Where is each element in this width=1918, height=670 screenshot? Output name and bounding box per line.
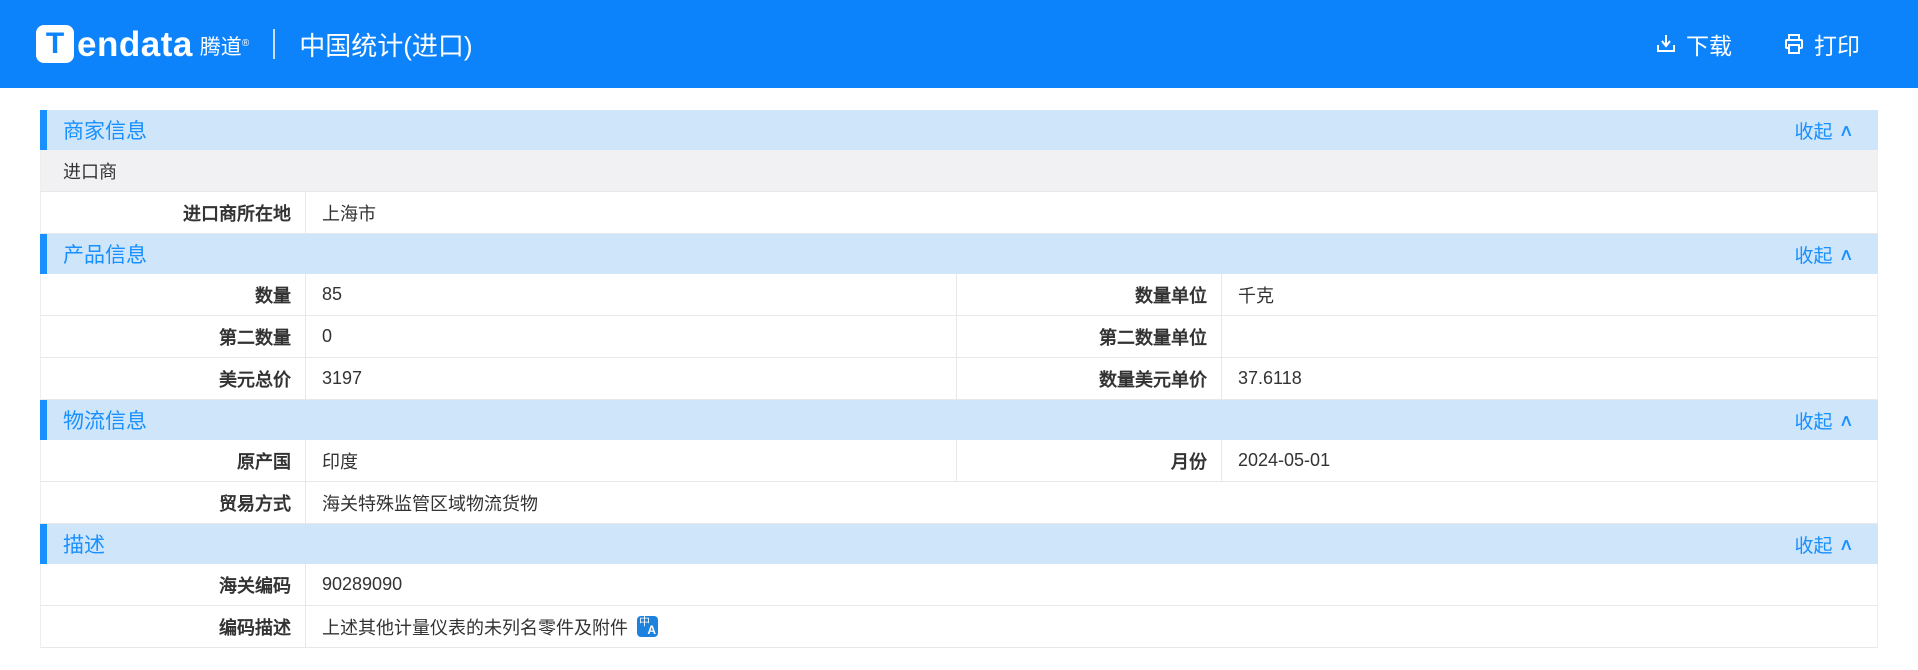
section-product-info: 产品信息 收起 ∧ 数量 85 数量单位 千克 第二数量 0 第二数量单位 美元… xyxy=(40,234,1878,400)
importer-label: 进口商 xyxy=(63,161,117,182)
collapse-label: 收起 xyxy=(1794,121,1833,143)
topbar-left: T endata 腾道® 中国统计(进口) xyxy=(36,25,473,63)
collapse-button[interactable]: 收起 ∧ xyxy=(1794,531,1854,558)
field-label: 美元总价 xyxy=(41,358,306,399)
row-importer-location: 进口商所在地 上海市 xyxy=(40,192,1878,234)
field-label: 数量单位 xyxy=(957,274,1222,315)
row-origin-country: 原产国 印度 月份 2024-05-01 xyxy=(40,440,1878,482)
field-label: 数量 xyxy=(41,274,306,315)
collapse-button[interactable]: 收起 ∧ xyxy=(1794,117,1854,144)
translate-icon[interactable]: 中 A xyxy=(637,616,658,637)
title-separator xyxy=(273,29,276,59)
section-merchant-info: 商家信息 收起 ∧ 进口商 进口商所在地 上海市 xyxy=(40,110,1878,234)
print-button[interactable]: 打印 xyxy=(1782,27,1860,61)
field-label: 数量美元单价 xyxy=(957,358,1222,399)
row-usd-total: 美元总价 3197 数量美元单价 37.6118 xyxy=(40,358,1878,400)
field-label: 第二数量单位 xyxy=(957,316,1222,357)
field-value: 海关特殊监管区域物流货物 xyxy=(322,493,538,514)
print-icon xyxy=(1782,32,1806,56)
row-second-quantity: 第二数量 0 第二数量单位 xyxy=(40,316,1878,358)
chevron-up-icon: ∧ xyxy=(1837,534,1854,554)
field-label: 编码描述 xyxy=(41,606,306,647)
row-hs-code-description: 编码描述 上述其他计量仪表的未列名零件及附件 中 A xyxy=(40,606,1878,648)
topbar-actions: 下载 打印 xyxy=(1654,27,1860,61)
chevron-up-icon: ∧ xyxy=(1837,120,1854,140)
field-value: 37.6118 xyxy=(1238,368,1302,388)
row-hs-code: 海关编码 90289090 xyxy=(40,564,1878,606)
logo-cn-text: 腾道 xyxy=(199,36,242,59)
field-value: 上海市 xyxy=(322,203,376,224)
collapse-label: 收起 xyxy=(1794,535,1833,557)
chevron-up-icon: ∧ xyxy=(1837,244,1854,264)
section-title: 描述 xyxy=(63,534,105,557)
record-detail-panel: 商家信息 收起 ∧ 进口商 进口商所在地 上海市 产品信息 收起 ∧ 数量 85… xyxy=(40,110,1878,648)
field-value: 0 xyxy=(306,316,957,357)
section-title: 产品信息 xyxy=(63,244,147,267)
download-button[interactable]: 下载 xyxy=(1654,27,1732,61)
field-value: 上述其他计量仪表的未列名零件及附件 中 A xyxy=(306,606,1877,647)
download-icon xyxy=(1654,32,1678,56)
section-description: 描述 收起 ∧ 海关编码 90289090 编码描述 上述其他计量仪表的未列名零… xyxy=(40,524,1878,648)
collapse-label: 收起 xyxy=(1794,245,1833,267)
logo-chinese-name: 腾道® xyxy=(200,29,249,63)
collapse-button[interactable]: 收起 ∧ xyxy=(1794,407,1854,434)
section-title: 商家信息 xyxy=(63,120,147,143)
field-label: 海关编码 xyxy=(41,564,306,605)
chevron-up-icon: ∧ xyxy=(1837,410,1854,430)
section-header-description: 描述 收起 ∧ xyxy=(40,524,1878,564)
translate-a-glyph: A xyxy=(647,623,656,637)
field-value: 85 xyxy=(306,274,957,315)
collapse-button[interactable]: 收起 ∧ xyxy=(1794,241,1854,268)
field-label: 进口商所在地 xyxy=(41,192,306,233)
field-value: 千克 xyxy=(1238,285,1274,306)
topbar: T endata 腾道® 中国统计(进口) 下载 打印 xyxy=(0,0,1918,88)
field-value: 90289090 xyxy=(322,574,403,594)
row-trade-mode: 贸易方式 海关特殊监管区域物流货物 xyxy=(40,482,1878,524)
field-value: 3197 xyxy=(306,358,957,399)
field-value: 2024-05-01 xyxy=(1238,450,1331,470)
collapse-label: 收起 xyxy=(1794,411,1833,433)
field-label: 贸易方式 xyxy=(41,482,306,523)
print-label: 打印 xyxy=(1814,33,1860,59)
tendata-logo[interactable]: T endata 腾道® xyxy=(36,25,249,63)
row-quantity: 数量 85 数量单位 千克 xyxy=(40,274,1878,316)
field-value: 印度 xyxy=(306,440,957,481)
field-label: 月份 xyxy=(957,440,1222,481)
section-title: 物流信息 xyxy=(63,410,147,433)
section-logistics-info: 物流信息 收起 ∧ 原产国 印度 月份 2024-05-01 贸易方式 海关特殊… xyxy=(40,400,1878,524)
section-header-logistics-info: 物流信息 收起 ∧ xyxy=(40,400,1878,440)
logo-glyph: T xyxy=(45,27,65,60)
field-label: 原产国 xyxy=(41,440,306,481)
row-importer: 进口商 xyxy=(40,150,1878,192)
tendata-logo-icon: T xyxy=(36,25,74,63)
download-label: 下载 xyxy=(1686,33,1732,59)
hs-description-text: 上述其他计量仪表的未列名零件及附件 xyxy=(322,617,628,638)
section-header-product-info: 产品信息 收起 ∧ xyxy=(40,234,1878,274)
page-title: 中国统计(进口) xyxy=(299,30,473,61)
section-header-merchant-info: 商家信息 收起 ∧ xyxy=(40,110,1878,150)
field-value xyxy=(1222,316,1877,357)
registered-mark: ® xyxy=(241,38,250,49)
logo-wordmark: endata xyxy=(77,25,193,64)
field-label: 第二数量 xyxy=(41,316,306,357)
